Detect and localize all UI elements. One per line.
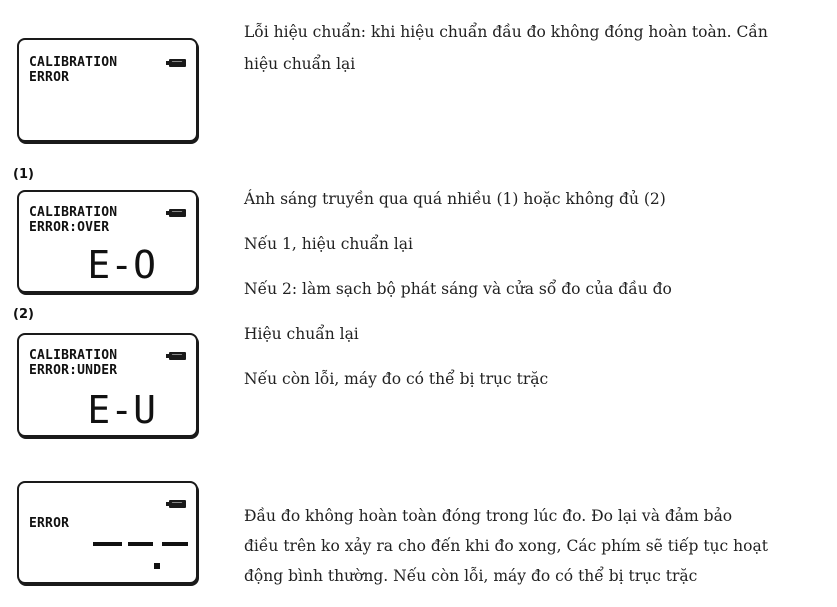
lcd-line-1: CALIBRATION — [29, 348, 118, 363]
description-case-1: Nếu 1, hiệu chuẩn lại — [244, 235, 413, 253]
lcd-display-probe-error: ERROR — [17, 481, 198, 584]
lcd-display-error-over: CALIBRATION ERROR:OVER E-O — [17, 190, 198, 293]
lcd-dash-2 — [128, 542, 153, 546]
figure-label-1: (1) — [13, 167, 34, 182]
lcd-error-code: E-U — [87, 388, 156, 432]
lcd-line-2: ERROR:UNDER — [29, 363, 118, 378]
lcd-dash-1 — [93, 542, 122, 546]
description-recalibrate: Hiệu chuẩn lại — [244, 325, 359, 343]
lcd-error-code: E-O — [87, 243, 156, 287]
battery-icon — [166, 59, 186, 67]
description-over-under-light: Ánh sáng truyền qua quá nhiều (1) hoặc k… — [244, 190, 666, 208]
lcd-decimal-dot — [154, 563, 160, 569]
description-probe-open-line-2: điều trên ko xảy ra cho đến khi đo xong,… — [244, 537, 768, 555]
lcd-line-1: CALIBRATION — [29, 205, 118, 220]
description-still-error: Nếu còn lỗi, máy đo có thể bị trục trặc — [244, 370, 549, 388]
description-case-2: Nếu 2: làm sạch bộ phát sáng và cửa sổ đ… — [244, 280, 672, 298]
description-calibration-error-line-2: hiệu chuẩn lại — [244, 55, 356, 73]
lcd-line-1: CALIBRATION — [29, 55, 118, 70]
description-probe-open-line-3: động bình thường. Nếu còn lỗi, máy đo có… — [244, 567, 698, 585]
lcd-line-2: ERROR — [29, 70, 70, 85]
battery-icon — [166, 352, 186, 360]
lcd-line-1: ERROR — [29, 516, 70, 531]
battery-icon — [166, 500, 186, 508]
description-probe-open-line-1: Đầu đo không hoàn toàn đóng trong lúc đo… — [244, 507, 733, 525]
lcd-dash-3 — [162, 542, 188, 546]
lcd-display-calibration-error: CALIBRATION ERROR — [17, 38, 198, 142]
figure-label-2: (2) — [13, 307, 34, 322]
description-calibration-error-line-1: Lỗi hiệu chuẩn: khi hiệu chuẩn đầu đo kh… — [244, 23, 768, 41]
lcd-display-error-under: CALIBRATION ERROR:UNDER E-U — [17, 333, 198, 437]
battery-icon — [166, 209, 186, 217]
lcd-line-2: ERROR:OVER — [29, 220, 110, 235]
